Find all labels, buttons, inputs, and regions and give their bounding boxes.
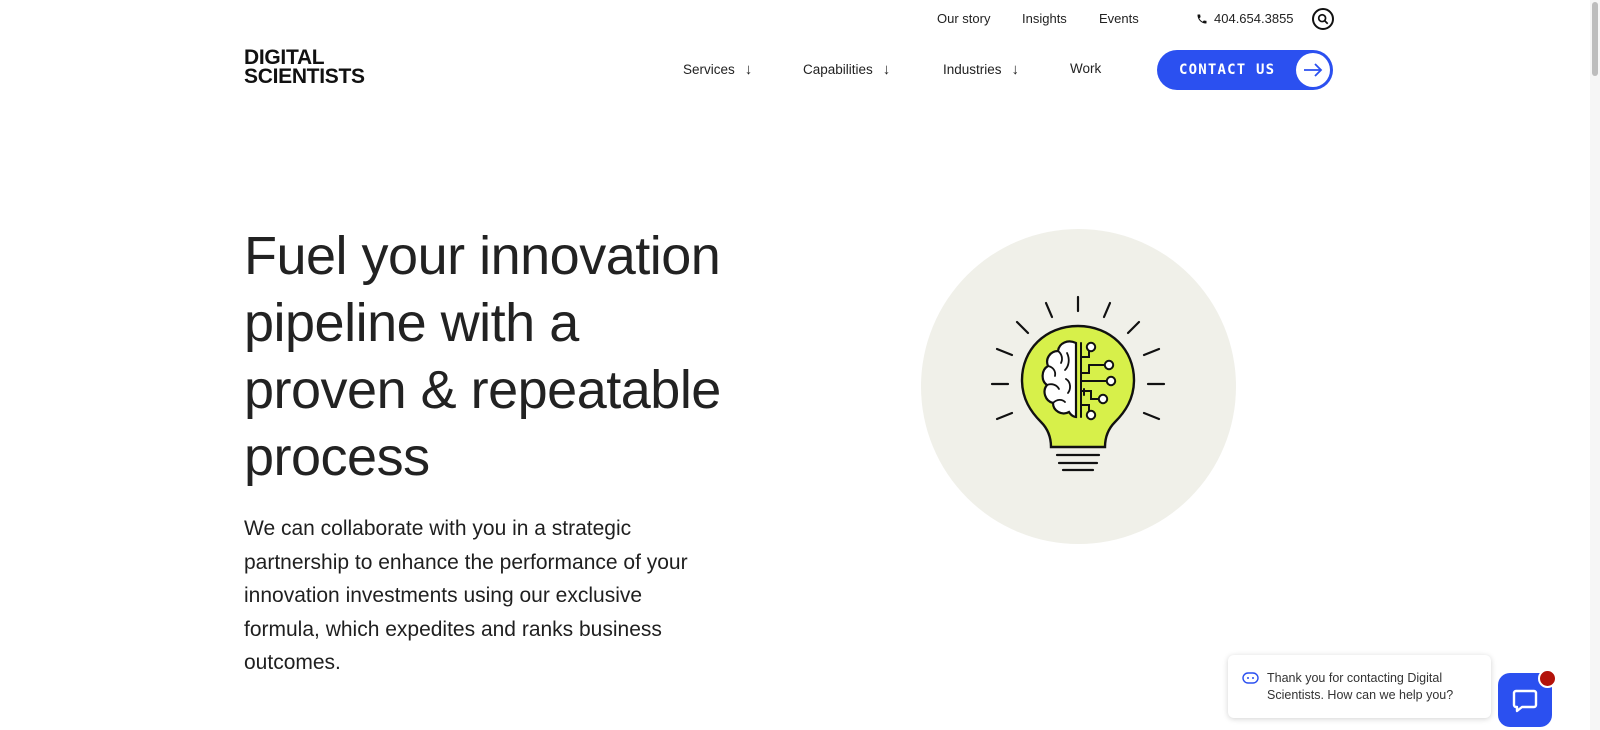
hero-title-line: Fuel your innovation bbox=[244, 226, 721, 286]
hero-title-line: pipeline with a bbox=[244, 293, 579, 353]
chat-message-line: Thank you for contacting Digital bbox=[1267, 671, 1443, 685]
logo[interactable]: DIGITAL SCIENTISTS bbox=[244, 47, 365, 88]
hero-title-line: process bbox=[244, 427, 430, 487]
notification-badge bbox=[1538, 669, 1557, 688]
nav-work-label: Work bbox=[1070, 61, 1102, 76]
chat-message: Thank you for contacting Digital Scienti… bbox=[1267, 670, 1453, 718]
nav-services-label: Services bbox=[683, 62, 735, 77]
chat-launcher-button[interactable] bbox=[1498, 669, 1557, 727]
chat-icon bbox=[1512, 689, 1538, 713]
lightbulb-brain-icon bbox=[990, 295, 1166, 472]
logo-line-2: SCIENTISTS bbox=[244, 65, 365, 88]
arrow-down-icon: ↓ bbox=[1011, 61, 1020, 78]
page-scrollbar[interactable] bbox=[1590, 0, 1600, 730]
search-button[interactable] bbox=[1312, 8, 1334, 30]
nav-services[interactable]: Services ↓ bbox=[683, 61, 752, 78]
hero-description-line: outcomes. bbox=[244, 651, 341, 674]
hero-title-line: proven & repeatable bbox=[244, 360, 721, 420]
hero-description-line: partnership to enhance the performance o… bbox=[244, 550, 688, 574]
nav-capabilities[interactable]: Capabilities ↓ bbox=[803, 61, 890, 78]
nav-industries[interactable]: Industries ↓ bbox=[943, 61, 1019, 78]
phone-link[interactable]: 404.654.3855 bbox=[1196, 11, 1294, 26]
utility-bar: Our story Insights Events 404.654.3855 bbox=[0, 8, 1600, 31]
hero-description-line: formula, which expedites and ranks busin… bbox=[244, 617, 662, 641]
hero-title: Fuel your innovation pipeline with a pro… bbox=[244, 223, 764, 491]
phone-number: 404.654.3855 bbox=[1214, 11, 1294, 26]
nav-work[interactable]: Work bbox=[1070, 61, 1101, 76]
chat-message-line: Scientists. How can we help you? bbox=[1267, 688, 1454, 702]
chatbot-icon bbox=[1242, 672, 1259, 684]
nav-industries-label: Industries bbox=[943, 62, 1002, 77]
arrow-down-icon: ↓ bbox=[882, 61, 891, 78]
events-link[interactable]: Events bbox=[1099, 11, 1139, 26]
phone-icon bbox=[1197, 14, 1207, 23]
nav-capabilities-label: Capabilities bbox=[803, 62, 873, 77]
contact-us-button[interactable]: CONTACT US bbox=[1157, 50, 1333, 90]
arrow-down-icon: ↓ bbox=[744, 61, 753, 78]
insights-link[interactable]: Insights bbox=[1022, 11, 1067, 26]
arrow-right-icon bbox=[1296, 53, 1330, 87]
contact-us-label: CONTACT US bbox=[1179, 62, 1276, 78]
hero-description-line: innovation investments using our exclusi… bbox=[244, 584, 643, 607]
scrollbar-thumb[interactable] bbox=[1592, 2, 1598, 76]
hero-illustration bbox=[921, 229, 1236, 544]
hero-description-line: We can collaborate with you in a strateg… bbox=[244, 517, 632, 540]
search-icon bbox=[1317, 13, 1329, 25]
chat-message-bubble[interactable]: Thank you for contacting Digital Scienti… bbox=[1228, 655, 1491, 718]
our-story-link[interactable]: Our story bbox=[937, 11, 990, 26]
hero-description: We can collaborate with you in a strateg… bbox=[244, 512, 754, 680]
